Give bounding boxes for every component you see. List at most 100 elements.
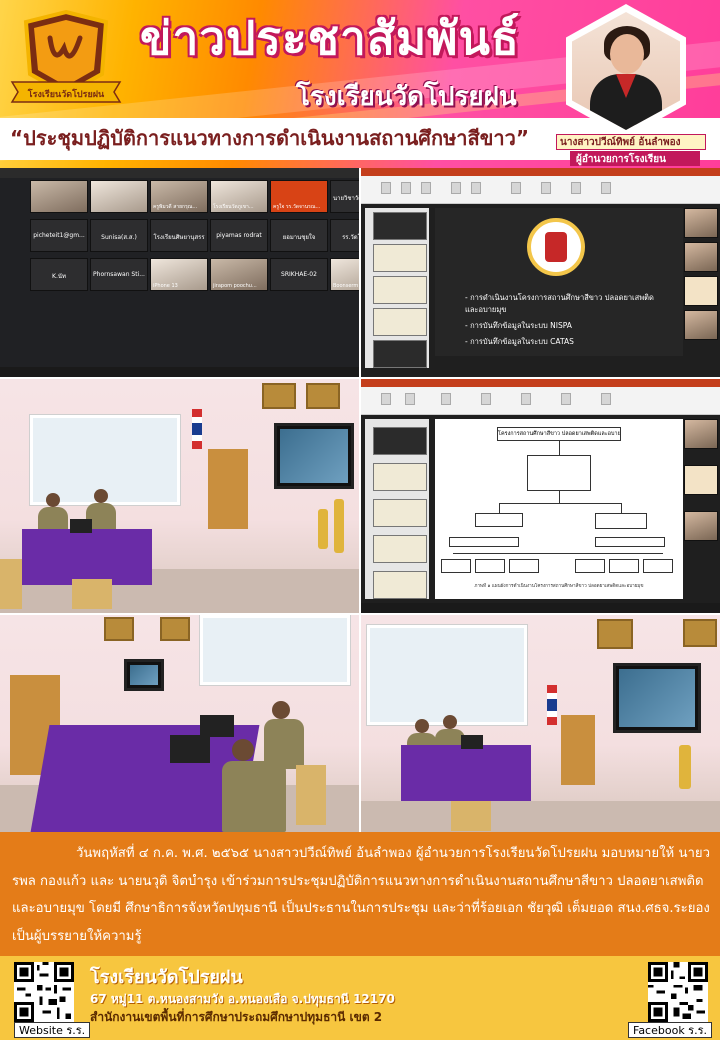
logo-ribbon-text: โรงเรียนวัดโปรยฝน <box>27 88 105 100</box>
slide-thumbnails <box>365 208 429 368</box>
participant-camera <box>684 208 718 238</box>
wall-portrait <box>597 619 633 649</box>
zoom-toolbar <box>361 603 720 613</box>
footer-address: 67 หมู่11 ต.หนองสามวัง อ.หนองเสือ จ.ปทุม… <box>90 992 395 1006</box>
zoom-participant-name: piyamas rodrat <box>216 232 262 239</box>
thai-flag <box>547 685 557 725</box>
participant <box>222 761 286 832</box>
photo-slide-presentation: - การดำเนินงานโครงการสถานศึกษาสีขาว ปลอด… <box>361 168 720 377</box>
org-connector <box>499 503 621 504</box>
ribbon-icon <box>381 393 391 405</box>
zoom-participant-name: Boonserm <box>333 283 359 289</box>
zoom-toolbar <box>0 367 359 377</box>
facebook-label[interactable]: Facebook ร.ร. <box>628 1022 712 1038</box>
shrine <box>561 715 595 785</box>
zoom-top-bar <box>0 168 359 178</box>
zoom-participant-tile: ยอมานชุยใจ <box>270 219 328 252</box>
zoom-participant-name: Phornsawan Sti... <box>93 271 145 278</box>
slide-bullet: - การบันทึกข้อมูลในระบบ CATAS <box>465 337 574 346</box>
participant-camera <box>684 511 718 541</box>
chair <box>72 579 112 609</box>
website-label[interactable]: Website ร.ร. <box>14 1022 91 1038</box>
news-paragraph-text: วันพฤหัสที่ ๔ ก.ค. พ.ศ. ๒๕๖๕ นางสาวปวีณ์… <box>12 846 710 944</box>
header-banner: โรงเรียนวัดโปรยฝน ข่าวประชาสัมพันธ์ โรงเ… <box>0 0 720 168</box>
zoom-participant-tile: ครูใจ รร.วัดจานรณ... <box>270 180 328 213</box>
participant-head <box>272 701 290 719</box>
ppt-ribbon <box>361 168 720 204</box>
ppt-titlebar <box>361 168 720 176</box>
participant-camera <box>684 242 718 272</box>
thai-flag <box>192 409 202 449</box>
ribbon-icon <box>511 182 521 194</box>
ribbon-icon <box>601 393 611 405</box>
meeting-tv <box>613 663 701 733</box>
purple-table <box>401 745 531 801</box>
director-name: นางสาวปวีณ์ทิพย์ อ้นลำพอง <box>560 137 681 148</box>
ribbon-icon <box>471 182 481 194</box>
participant-head <box>415 719 429 733</box>
website-qr-code[interactable] <box>14 962 74 1022</box>
photo-grid: ครูพิมวดี สายกรุณ... โรงเรียนวัดภูเขา... ค… <box>0 168 720 832</box>
org-title: โครงการสถานศึกษาสีขาว ปลอดยาเสพติดและอบา… <box>497 427 621 441</box>
wall-portrait <box>683 619 717 647</box>
slide-thumb <box>373 571 427 599</box>
meeting-tv <box>274 423 354 489</box>
org-box <box>509 559 539 573</box>
slide-thumb <box>373 535 427 563</box>
slide-thumb <box>373 212 427 240</box>
trophy <box>318 509 328 549</box>
ribbon-icon <box>481 393 491 405</box>
zoom-participant-tile: K.นัท <box>30 258 88 291</box>
slide-thumb <box>373 499 427 527</box>
org-caption: ภาพที่ ๑ แผนผังการดำเนินงานโครงการสถานศึ… <box>474 584 644 589</box>
participant-head <box>94 489 108 503</box>
ribbon-icon <box>421 182 431 194</box>
org-box <box>609 559 639 573</box>
chair <box>296 765 326 825</box>
ribbon-icon <box>451 182 461 194</box>
slide-thumb <box>373 308 427 336</box>
org-box <box>643 559 673 573</box>
org-box <box>595 513 647 529</box>
zoom-participant-tile: picheteit1@gm... <box>30 219 88 252</box>
org-connector <box>499 503 500 513</box>
zoom-participant-name: SRIKHAE-02 <box>281 271 317 278</box>
ribbon-icon <box>381 182 391 194</box>
zoom-video-tile <box>30 180 88 213</box>
org-box <box>449 537 519 547</box>
laptop <box>70 519 92 533</box>
room-window <box>367 625 527 725</box>
zoom-participant-name: ยอมานชุยใจ <box>282 234 316 241</box>
zoom-participant-tile: iPhone 13 <box>150 258 208 291</box>
zoom-participant-tile: ครูพิมวดี สายกรุณ... <box>150 180 208 213</box>
zoom-participant-tile: รร.วัดโคลพฯ <box>330 219 359 252</box>
zoom-participant-name: K.นัท <box>52 273 66 280</box>
participant <box>264 719 304 769</box>
photo-meeting-room-3 <box>361 615 720 832</box>
school-logo: โรงเรียนวัดโปรยฝน <box>10 9 122 103</box>
facebook-qr-code[interactable] <box>648 962 708 1022</box>
org-box <box>575 559 605 573</box>
slide-bullet: - การบันทึกข้อมูลในระบบ NISPA <box>465 321 572 330</box>
zoom-participant-tile: โรงเรียนศิษยานุสรร <box>150 219 208 252</box>
photo-meeting-room-1 <box>0 379 359 613</box>
zoom-participant-name: iPhone 13 <box>153 283 178 289</box>
slide-canvas: - การดำเนินงานโครงการสถานศึกษาสีขาว ปลอด… <box>435 208 683 356</box>
photo-org-chart: โครงการสถานศึกษาสีขาว ปลอดยาเสพติดและอบา… <box>361 379 720 613</box>
shrine <box>208 449 248 529</box>
wall-portrait <box>104 617 134 641</box>
zoom-participant-name: รร.วัดโคลพฯ <box>342 234 359 241</box>
participant-head <box>232 739 254 761</box>
org-box <box>595 537 665 547</box>
ribbon-icon <box>541 182 551 194</box>
headline: ข่าวประชาสัมพันธ์ <box>140 11 521 65</box>
zoom-participant-tile: โรงเรียนวัดภูเขา... <box>210 180 268 213</box>
org-box <box>475 559 505 573</box>
org-chart-slide: โครงการสถานศึกษาสีขาว ปลอดยาเสพติดและอบา… <box>435 419 683 599</box>
zoom-participant-tile: Phornsawan Sti... <box>90 258 148 291</box>
zoom-participant-tile: Sunisa(ส.ส.) <box>90 219 148 252</box>
participant-camera <box>684 465 718 495</box>
slide-bullet: และอบายมุข <box>465 305 507 314</box>
chair <box>0 559 22 609</box>
participant-camera <box>684 276 718 306</box>
